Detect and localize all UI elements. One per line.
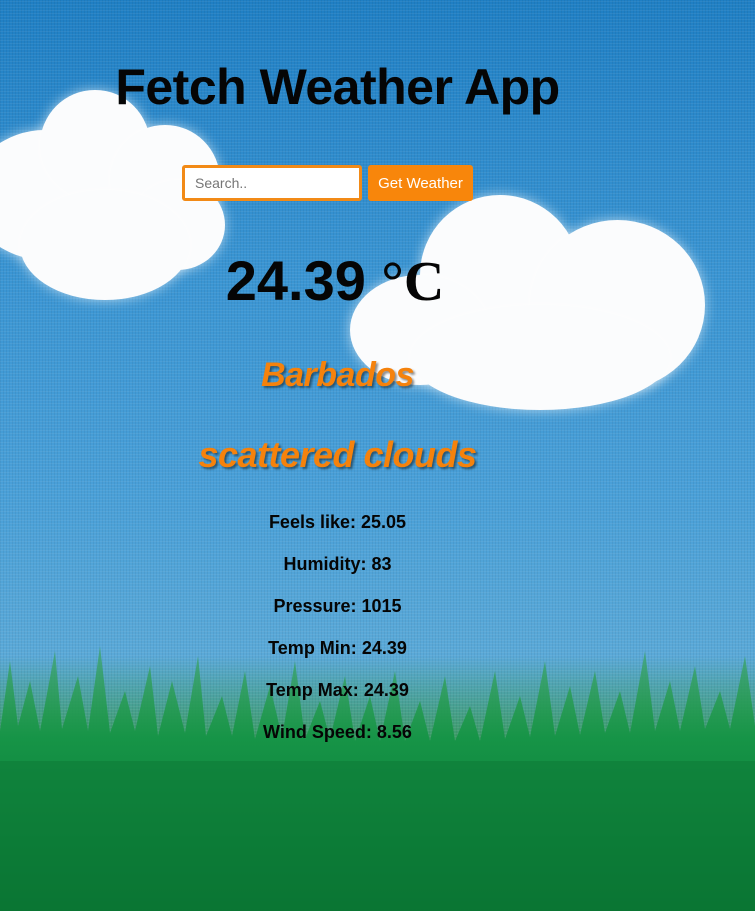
detail-value: 25.05 bbox=[361, 512, 407, 532]
page-title: Fetch Weather App bbox=[115, 59, 560, 115]
weather-details-list: Feels like: 25.05 Humidity: 83 Pressure:… bbox=[0, 510, 675, 762]
get-weather-button[interactable]: Get Weather bbox=[368, 165, 473, 201]
search-input[interactable] bbox=[182, 165, 362, 201]
detail-label: Feels like: bbox=[268, 512, 356, 532]
detail-value: 8.56 bbox=[376, 722, 412, 742]
city-name: Barbados bbox=[261, 356, 414, 394]
weather-description: scattered clouds bbox=[198, 434, 477, 475]
detail-humidity: Humidity: 83 bbox=[0, 552, 675, 594]
temperature-value: 24.39 bbox=[225, 249, 366, 312]
detail-value: 24.39 bbox=[363, 680, 409, 700]
detail-value: 83 bbox=[371, 554, 392, 574]
detail-temp-min: Temp Min: 24.39 bbox=[0, 636, 675, 678]
detail-label: Temp Min: bbox=[268, 638, 357, 658]
detail-label: Temp Max: bbox=[266, 680, 359, 700]
detail-label: Pressure: bbox=[273, 596, 357, 616]
detail-wind-speed: Wind Speed: 8.56 bbox=[0, 720, 675, 762]
detail-value: 24.39 bbox=[361, 638, 407, 658]
detail-label: Wind Speed: bbox=[263, 722, 372, 742]
detail-feels-like: Feels like: 25.05 bbox=[0, 510, 675, 552]
detail-label: Humidity: bbox=[283, 554, 367, 574]
detail-pressure: Pressure: 1015 bbox=[0, 594, 675, 636]
detail-temp-max: Temp Max: 24.39 bbox=[0, 678, 675, 720]
detail-value: 1015 bbox=[361, 596, 402, 616]
temperature-unit: °C bbox=[381, 251, 445, 313]
temperature-readout: 24.39 °C bbox=[0, 248, 670, 314]
search-bar: Get Weather bbox=[182, 165, 473, 201]
